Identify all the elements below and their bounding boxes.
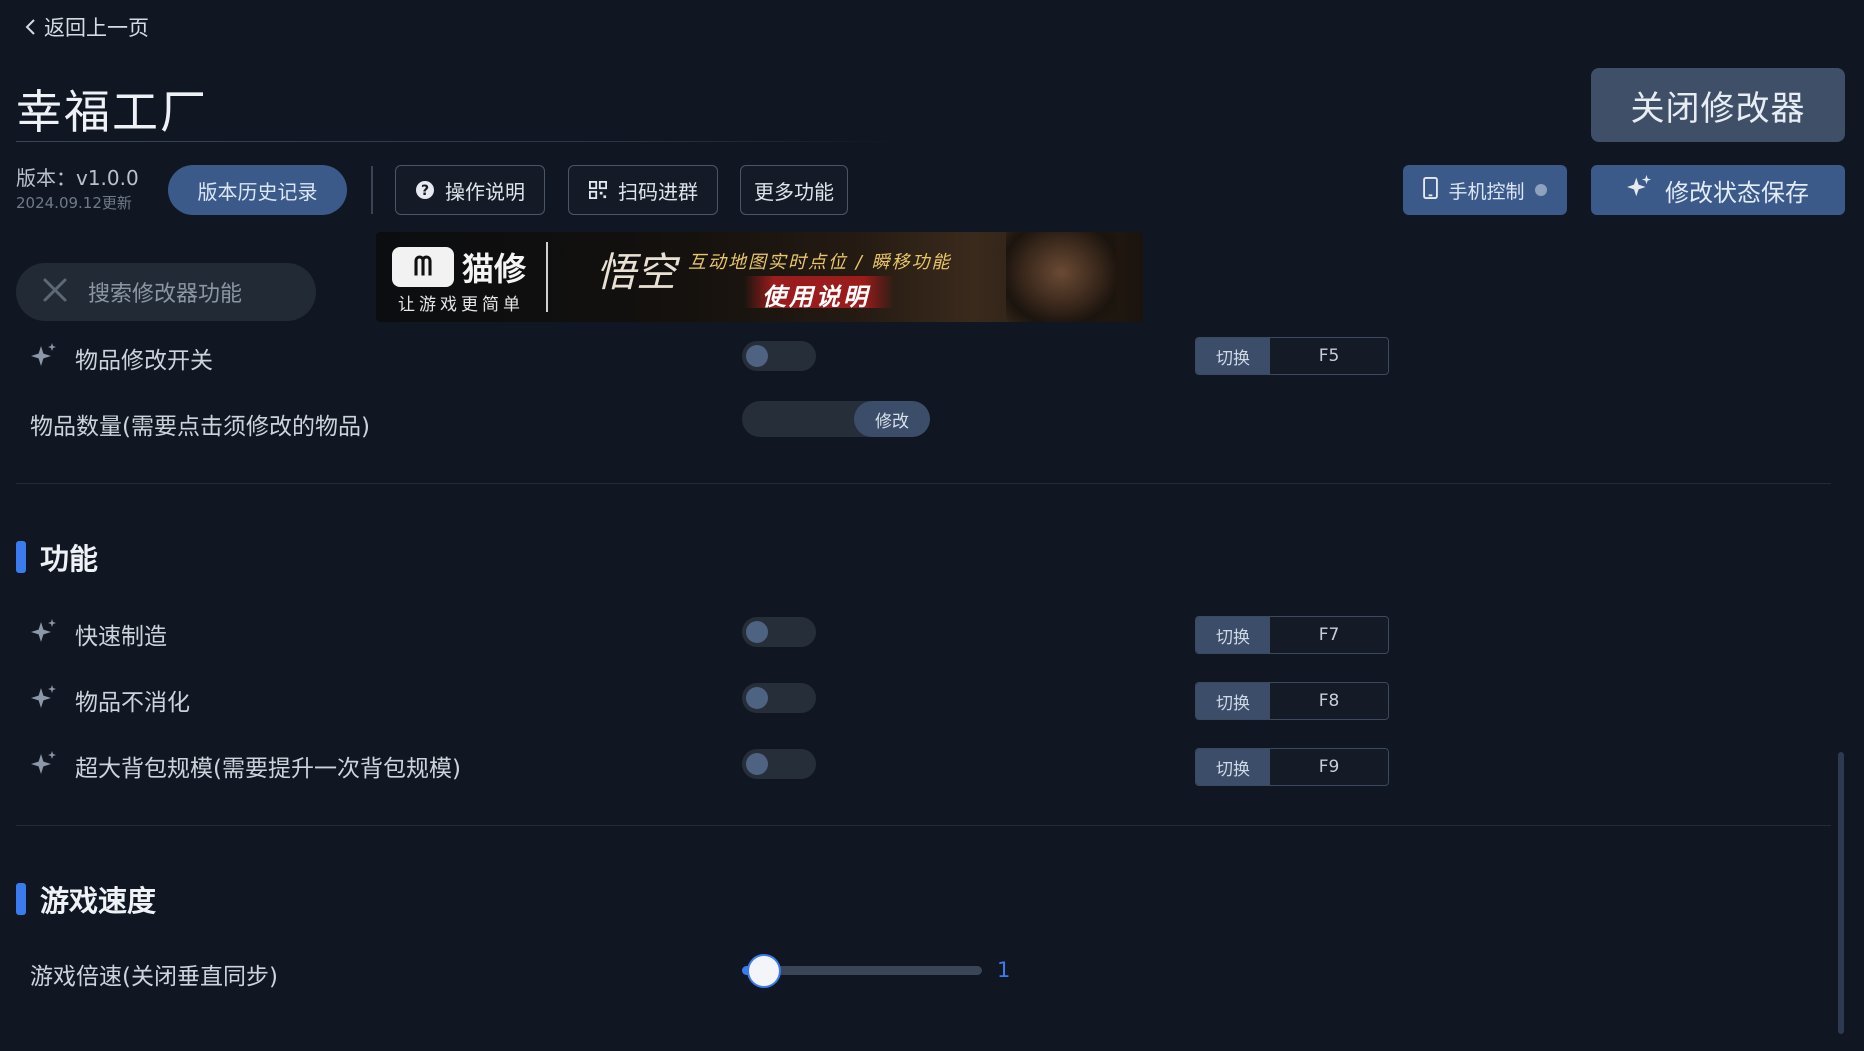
- option-row-fast-craft: 快速制造 切换 F7: [0, 603, 1864, 659]
- search-input[interactable]: 搜索修改器功能: [16, 263, 316, 321]
- slider-label: 游戏倍速(关闭垂直同步): [30, 964, 278, 990]
- toggle-switch[interactable]: [742, 617, 816, 647]
- speed-value: 1: [997, 958, 1011, 982]
- banner-subline: 使用说明: [762, 283, 870, 311]
- toggle-switch[interactable]: [742, 683, 816, 713]
- help-circle-icon: ?: [415, 180, 435, 200]
- vertical-scrollbar[interactable]: [1838, 752, 1844, 1034]
- option-label: 物品修改开关: [75, 348, 213, 374]
- more-features-button[interactable]: 更多功能: [740, 165, 848, 215]
- hotkey-switch-button[interactable]: 切换: [1196, 683, 1270, 719]
- qr-group-button[interactable]: 扫码进群: [568, 165, 718, 215]
- version-info: 版本：v1.0.0 2024.09.12更新: [16, 168, 139, 211]
- sparkle-icon: [31, 619, 56, 642]
- modify-button[interactable]: 修改: [854, 401, 930, 437]
- option-label: 物品不消化: [75, 690, 190, 716]
- hotkey-switch-button[interactable]: 切换: [1196, 617, 1270, 653]
- svg-text:?: ?: [421, 183, 429, 199]
- banner-headline: 互动地图实时点位 / 瞬移功能: [688, 252, 952, 273]
- option-label: 物品数量(需要点击须修改的物品): [30, 414, 370, 440]
- section-accent-bar: [16, 883, 26, 915]
- search-placeholder: 搜索修改器功能: [88, 282, 243, 307]
- section-header-speed: 游戏速度: [16, 878, 156, 920]
- toggle-knob: [746, 345, 768, 367]
- sparkle-icon: [31, 751, 56, 774]
- section-accent-bar: [16, 541, 26, 573]
- calligraphy-icon: 悟空: [596, 250, 676, 296]
- version-date: 2024.09.12更新: [16, 194, 132, 212]
- toggle-knob: [746, 621, 768, 643]
- hotkey-control: 切换 F7: [1195, 616, 1389, 654]
- version-history-button[interactable]: 版本历史记录: [168, 165, 347, 215]
- brand-name: 猫修: [462, 250, 527, 288]
- back-label: 返回上一页: [44, 16, 149, 40]
- phone-label: 手机控制: [1448, 180, 1525, 203]
- phone-icon: [1423, 176, 1439, 204]
- close-trainer-button[interactable]: 关闭修改器: [1591, 68, 1845, 142]
- save-label: 修改状态保存: [1665, 178, 1809, 207]
- toggle-knob: [746, 687, 768, 709]
- option-row-no-consume: 物品不消化 切换 F8: [0, 669, 1864, 725]
- brand-slogan: 让游戏更简单: [398, 295, 524, 315]
- hotkey-key-field[interactable]: F7: [1270, 617, 1388, 653]
- toggle-switch[interactable]: [742, 749, 816, 779]
- hotkey-key-field[interactable]: F9: [1270, 749, 1388, 785]
- option-label: 快速制造: [75, 624, 167, 650]
- hotkey-key-field[interactable]: F8: [1270, 683, 1388, 719]
- qr-label: 扫码进群: [618, 179, 698, 204]
- qr-code-icon: [588, 180, 608, 200]
- banner-divider: [546, 242, 548, 312]
- back-link[interactable]: 返回上一页: [24, 12, 149, 42]
- search-tool-icon: [42, 277, 68, 307]
- save-state-button[interactable]: 修改状态保存: [1591, 165, 1845, 215]
- manual-button[interactable]: ? 操作说明: [395, 165, 545, 215]
- sparkle-icon: [1627, 174, 1653, 206]
- sparkle-icon: [31, 685, 56, 708]
- hotkey-control: 切换 F5: [1195, 337, 1389, 375]
- phone-control-button[interactable]: 手机控制: [1403, 165, 1567, 215]
- trainer-window: 返回上一页 幸福工厂 关闭修改器 版本：v1.0.0 2024.09.12更新 …: [0, 0, 1864, 1051]
- option-row-big-backpack: 超大背包规模(需要提升一次背包规模) 切换 F9: [0, 735, 1864, 791]
- option-label: 超大背包规模(需要提升一次背包规模): [75, 756, 461, 782]
- hotkey-key-field[interactable]: F5: [1270, 338, 1388, 374]
- brand-logo: ᗰ 猫修: [392, 244, 526, 290]
- hotkey-control: 切换 F8: [1195, 682, 1389, 720]
- option-row-item-toggle: 物品修改开关 切换 F5: [0, 327, 1864, 383]
- promo-banner[interactable]: ᗰ 猫修 让游戏更简单 悟空 互动地图实时点位 / 瞬移功能 使用说明: [376, 232, 1143, 322]
- toolbar-divider: [371, 166, 373, 214]
- page-title: 幸福工厂: [16, 85, 208, 139]
- section-title: 游戏速度: [40, 884, 157, 918]
- hotkey-switch-button[interactable]: 切换: [1196, 749, 1270, 785]
- status-dot: [1534, 184, 1547, 196]
- hotkey-switch-button[interactable]: 切换: [1196, 338, 1270, 374]
- sparkle-icon: [31, 343, 56, 366]
- title-divider: [16, 141, 896, 142]
- section-divider: [16, 825, 1831, 826]
- speed-slider-handle[interactable]: [748, 956, 779, 986]
- section-header-features: 功能: [16, 536, 98, 578]
- hotkey-control: 切换 F9: [1195, 748, 1389, 786]
- manual-label: 操作说明: [445, 179, 525, 204]
- toggle-knob: [746, 753, 768, 775]
- section-title: 功能: [40, 542, 99, 576]
- cat-logo-icon: ᗰ: [392, 247, 454, 287]
- section-divider: [16, 483, 1831, 484]
- character-portrait: [1006, 232, 1116, 322]
- chevron-left-icon: [25, 19, 35, 35]
- version-text: 版本：v1.0.0: [16, 166, 139, 190]
- toggle-switch[interactable]: [742, 341, 816, 371]
